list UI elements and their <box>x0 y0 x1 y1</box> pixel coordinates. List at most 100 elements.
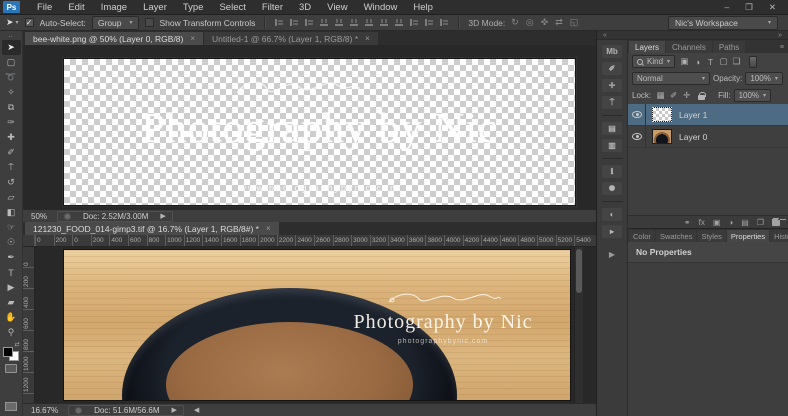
layer-thumbnail[interactable] <box>652 129 672 144</box>
layer-name[interactable]: Layer 0 <box>679 132 707 142</box>
swap-colors-icon[interactable]: ⇄ <box>14 341 19 348</box>
status-menu-arrow-icon[interactable]: ▶ <box>172 406 177 414</box>
menu-item[interactable]: Image <box>93 2 135 13</box>
visibility-cell[interactable] <box>628 126 646 147</box>
align-horizontal-centers-icon[interactable] <box>289 18 299 27</box>
marquee-tool[interactable]: ▢ <box>2 55 21 70</box>
menu-item[interactable]: Layer <box>135 2 175 13</box>
adjustments-icon[interactable]: ✺ <box>602 182 622 195</box>
brush-tool[interactable]: ✐ <box>2 145 21 160</box>
tab-paths[interactable]: Paths <box>713 41 745 53</box>
opacity-value-dropdown[interactable]: 100%▾ <box>745 72 782 85</box>
new-layer-icon[interactable]: ❐ <box>757 218 764 227</box>
3d-drag-icon[interactable]: ✜ <box>541 17 549 28</box>
align-bottom-edges-icon[interactable] <box>349 18 359 27</box>
history-brush-tool[interactable]: ↺ <box>2 175 21 190</box>
hand-tool[interactable]: ✋ <box>2 310 21 325</box>
quick-mask-button[interactable] <box>5 364 17 373</box>
tab-swatches[interactable]: Swatches <box>656 230 697 242</box>
layer-thumbnail[interactable] <box>652 107 672 122</box>
3d-scale-icon[interactable]: ◱ <box>570 17 579 28</box>
delete-layer-icon[interactable] <box>772 218 780 226</box>
fill-value-dropdown[interactable]: 100%▾ <box>734 89 771 102</box>
tab-channels[interactable]: Channels <box>666 41 712 53</box>
crop-tool[interactable]: ⧉ <box>2 100 21 115</box>
layer-name[interactable]: Layer 1 <box>679 110 707 120</box>
zoom-level-field[interactable]: 50% <box>31 212 47 221</box>
dodge-tool[interactable]: ☉ <box>2 235 21 250</box>
canvas-bee-white[interactable]: Photography by Nic www.photographybynic.… <box>63 58 576 206</box>
lock-all-icon[interactable] <box>698 92 705 100</box>
tab-color[interactable]: Color <box>629 230 655 242</box>
layer-row-layer-0[interactable]: Layer 0 <box>628 126 788 148</box>
lock-transparency-icon[interactable]: ▦ <box>654 90 667 102</box>
blend-mode-dropdown[interactable]: Normal▾ <box>632 72 710 85</box>
tools-panel-grip[interactable]: ‥ <box>8 32 14 40</box>
close-button[interactable]: ✕ <box>769 2 776 13</box>
menu-item[interactable]: Help <box>405 2 441 13</box>
3d-roll-icon[interactable]: ◎ <box>526 17 534 28</box>
eyedropper-tool[interactable]: ✑ <box>2 115 21 130</box>
menu-item[interactable]: Window <box>356 2 406 13</box>
align-vertical-centers-icon[interactable] <box>334 18 344 27</box>
close-icon[interactable]: × <box>365 34 370 43</box>
collapse-dock-left-icon[interactable]: « <box>603 32 607 39</box>
distribute-right-edges-icon[interactable] <box>439 18 449 27</box>
gradient-tool[interactable]: ◧ <box>2 205 21 220</box>
layer-comps-icon[interactable]: ▤ <box>602 122 622 135</box>
lock-position-icon[interactable]: ✛ <box>680 90 693 102</box>
minimize-button[interactable]: – <box>725 2 730 13</box>
filter-adjustment-layers-icon[interactable]: ◑ <box>691 56 704 68</box>
distribute-vertical-centers-icon[interactable] <box>379 18 389 27</box>
distribute-top-edges-icon[interactable] <box>364 18 374 27</box>
restore-button[interactable]: ❐ <box>745 2 753 13</box>
notes-icon[interactable]: ▥ <box>602 139 622 152</box>
clone-stamp-tool[interactable]: ⍑ <box>2 160 21 175</box>
screen-mode-button[interactable] <box>5 402 17 411</box>
tool-presets-icon[interactable]: ✛ <box>602 79 622 92</box>
brush-presets-icon[interactable]: ✐ <box>602 62 622 75</box>
smudge-tool[interactable]: ☞ <box>2 220 21 235</box>
mini-bridge-icon[interactable]: Mb <box>602 45 622 58</box>
distribute-horizontal-centers-icon[interactable] <box>424 18 434 27</box>
move-tool[interactable]: ➤ <box>2 40 21 55</box>
show-transform-checkbox[interactable]: ✓ <box>145 18 154 27</box>
filter-smart-objects-icon[interactable]: ❑ <box>730 56 743 68</box>
adjustment-layer-icon[interactable]: ◑ <box>728 218 733 227</box>
menu-item[interactable]: Filter <box>254 2 291 13</box>
lock-pixels-icon[interactable]: ✐ <box>667 90 680 102</box>
new-group-icon[interactable]: ▤ <box>741 218 749 227</box>
pen-tool[interactable]: ✒ <box>2 250 21 265</box>
3d-slide-icon[interactable]: ⇄ <box>555 17 563 28</box>
layer-effects-icon[interactable]: fx <box>699 218 705 227</box>
clone-source-icon[interactable]: ⍑ <box>602 96 622 109</box>
align-top-edges-icon[interactable] <box>319 18 329 27</box>
zoom-level-field[interactable]: 16.67% <box>31 406 58 415</box>
align-left-edges-icon[interactable] <box>274 18 284 27</box>
path-selection-tool[interactable]: ▶ <box>2 280 21 295</box>
collapse-dock-right-icon[interactable]: » <box>778 32 782 39</box>
tab-food-tif[interactable]: 121230_FOOD_014-gimp3.tif @ 16.7% (Layer… <box>25 222 279 235</box>
close-icon[interactable]: × <box>266 224 271 233</box>
info-icon[interactable]: ℹ <box>602 165 622 178</box>
menu-item[interactable]: File <box>29 2 60 13</box>
tab-layers[interactable]: Layers <box>629 41 665 53</box>
zoom-tool[interactable]: ⚲ <box>2 325 21 340</box>
menu-item[interactable]: View <box>319 2 355 13</box>
canvas-food-photo[interactable]: Photography by Nic photographybynic.com <box>63 249 571 401</box>
menu-item[interactable]: Edit <box>60 2 92 13</box>
type-tool[interactable]: T <box>2 265 21 280</box>
menu-item[interactable]: Type <box>175 2 212 13</box>
menu-item[interactable]: 3D <box>291 2 319 13</box>
tab-untitled-1[interactable]: Untitled-1 @ 66.7% (Layer 1, RGB/8) *× <box>204 32 378 45</box>
distribute-bottom-edges-icon[interactable] <box>394 18 404 27</box>
menu-item[interactable]: Select <box>211 2 253 13</box>
close-icon[interactable]: × <box>190 34 195 43</box>
tab-styles[interactable]: Styles <box>697 230 725 242</box>
visibility-cell[interactable] <box>628 104 646 125</box>
tab-histogram[interactable]: Histogram <box>770 230 788 242</box>
shape-tool[interactable]: ▰ <box>2 295 21 310</box>
current-tool-icon[interactable]: ➤▾ <box>6 17 19 28</box>
align-right-edges-icon[interactable] <box>304 18 314 27</box>
timeline-icon[interactable]: ▸ <box>602 225 622 238</box>
